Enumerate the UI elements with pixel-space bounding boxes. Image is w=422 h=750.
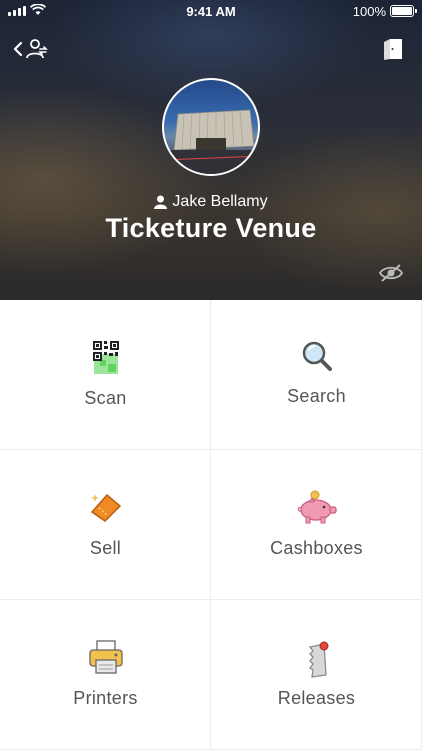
menu-label-cashboxes: Cashboxes	[270, 538, 363, 558]
qr-code-icon	[92, 341, 119, 374]
user-line: Jake Bellamy	[0, 193, 422, 211]
piggy-bank-icon	[297, 490, 337, 524]
menu-tile-search[interactable]: Search	[211, 300, 422, 450]
menu-label-scan: Scan	[84, 388, 127, 408]
exit-door-icon[interactable]	[382, 36, 408, 62]
menu-label-printers: Printers	[73, 688, 138, 708]
menu-tile-cashboxes[interactable]: Cashboxes	[211, 450, 422, 600]
menu-tile-scan[interactable]: Scan	[0, 300, 211, 450]
menu-label-releases: Releases	[277, 688, 356, 708]
status-bar: 9:41 AM 100%	[0, 0, 422, 22]
menu-tile-sell[interactable]: Sell	[0, 450, 211, 600]
eye-slash-icon[interactable]	[378, 263, 404, 283]
battery-percent: 100%	[352, 4, 386, 19]
menu-grid: Scan Search Sell Cashboxes Printers Rele…	[0, 300, 422, 750]
person-icon	[154, 195, 168, 209]
back-chevron-icon	[13, 41, 23, 57]
menu-label-search: Search	[287, 386, 346, 406]
venue-title: Ticketure Venue	[105, 213, 317, 243]
venue-avatar	[162, 78, 260, 176]
back-button[interactable]	[12, 36, 56, 62]
menu-label-sell: Sell	[89, 538, 122, 558]
release-tag-icon	[308, 641, 328, 678]
battery-icon	[390, 5, 417, 17]
printer-icon	[88, 640, 123, 674]
menu-tile-printers[interactable]: Printers	[0, 600, 211, 750]
ticket-icon	[90, 493, 121, 522]
switch-user-icon	[26, 39, 48, 59]
user-name: Jake Bellamy	[172, 193, 268, 210]
magnifier-icon	[302, 341, 332, 371]
venue-header: 9:41 AM 100% Jake Bellamy Ticketure Venu…	[0, 0, 422, 300]
menu-tile-releases[interactable]: Releases	[211, 600, 422, 750]
